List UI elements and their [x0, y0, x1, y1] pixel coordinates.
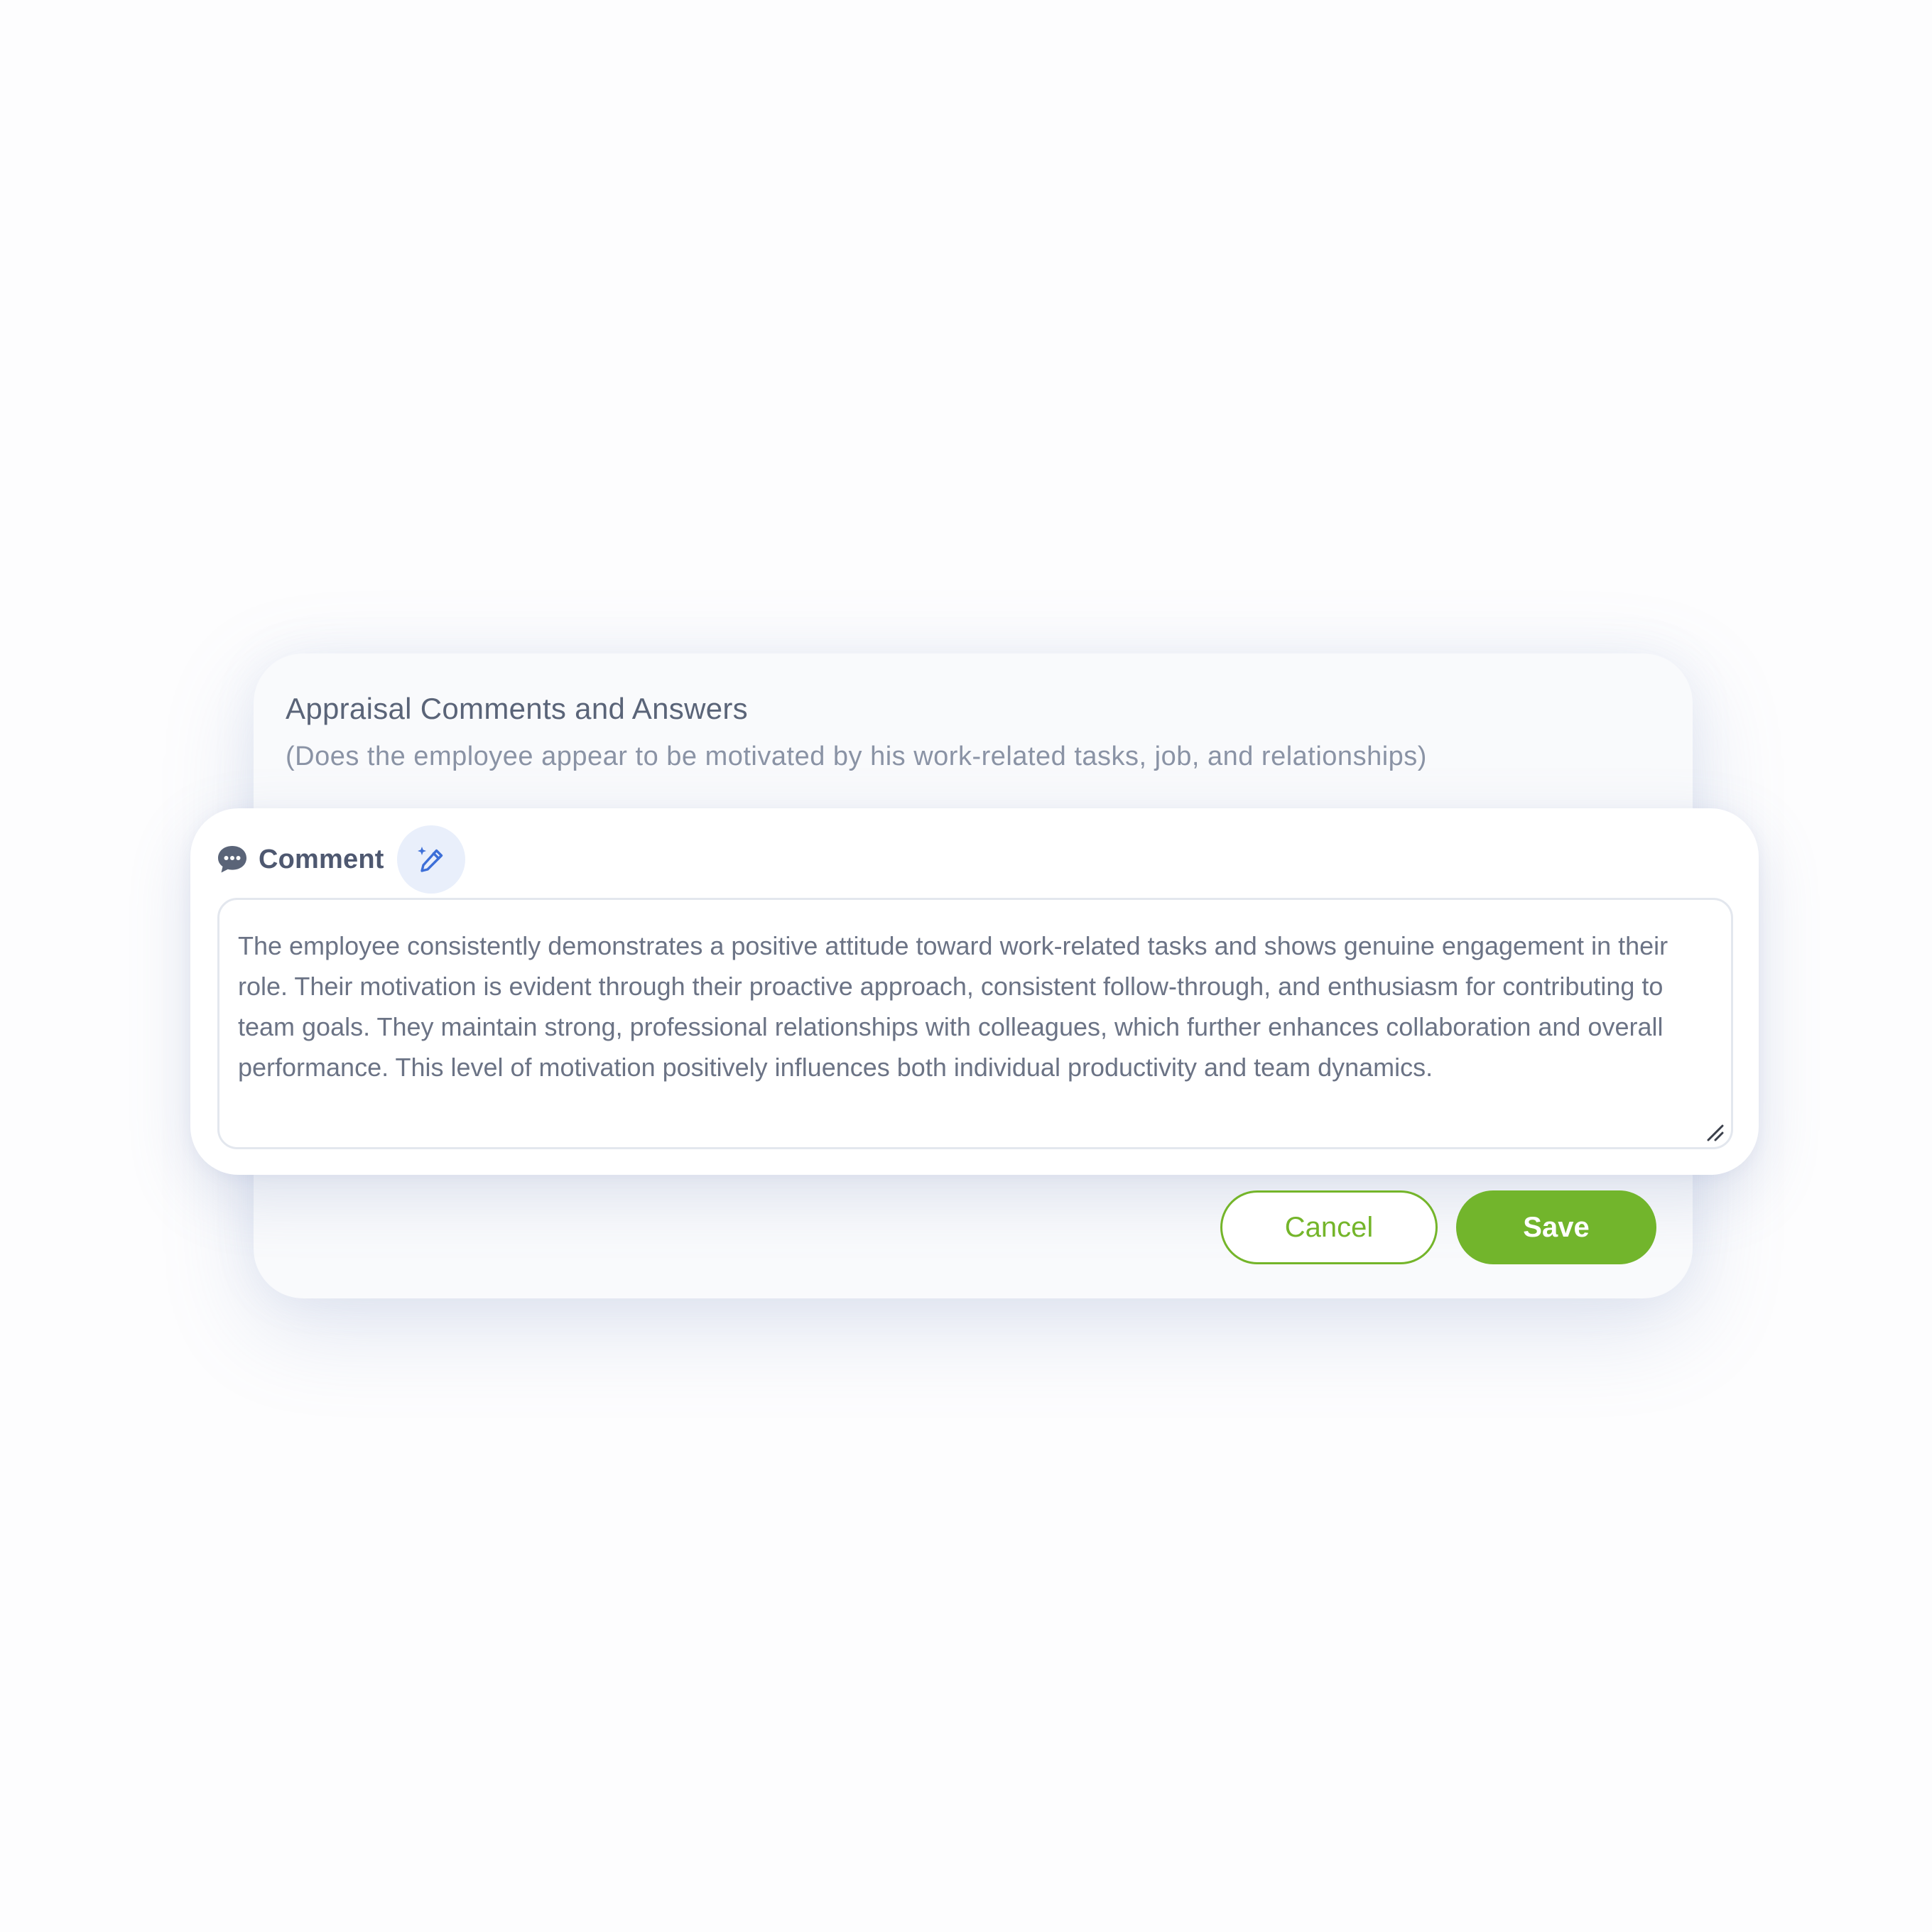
- comment-header: Comment: [216, 825, 465, 894]
- save-button[interactable]: Save: [1456, 1190, 1656, 1264]
- chat-bubble-icon: [216, 843, 249, 876]
- resize-handle-icon[interactable]: [1705, 1123, 1725, 1143]
- comment-label: Comment: [259, 844, 384, 874]
- section-question: (Does the employee appear to be motivate…: [286, 742, 1427, 771]
- magic-pen-icon: [417, 847, 443, 872]
- canvas: Appraisal Comments and Answers (Does the…: [0, 0, 1932, 1932]
- ai-rewrite-button[interactable]: [396, 825, 465, 894]
- comment-panel: Comment The employee consistently demons…: [190, 808, 1759, 1175]
- comment-textarea[interactable]: The employee consistently demonstrates a…: [217, 898, 1733, 1149]
- cancel-button[interactable]: Cancel: [1220, 1190, 1438, 1264]
- section-title: Appraisal Comments and Answers: [286, 692, 748, 725]
- comment-text: The employee consistently demonstrates a…: [238, 931, 1668, 1082]
